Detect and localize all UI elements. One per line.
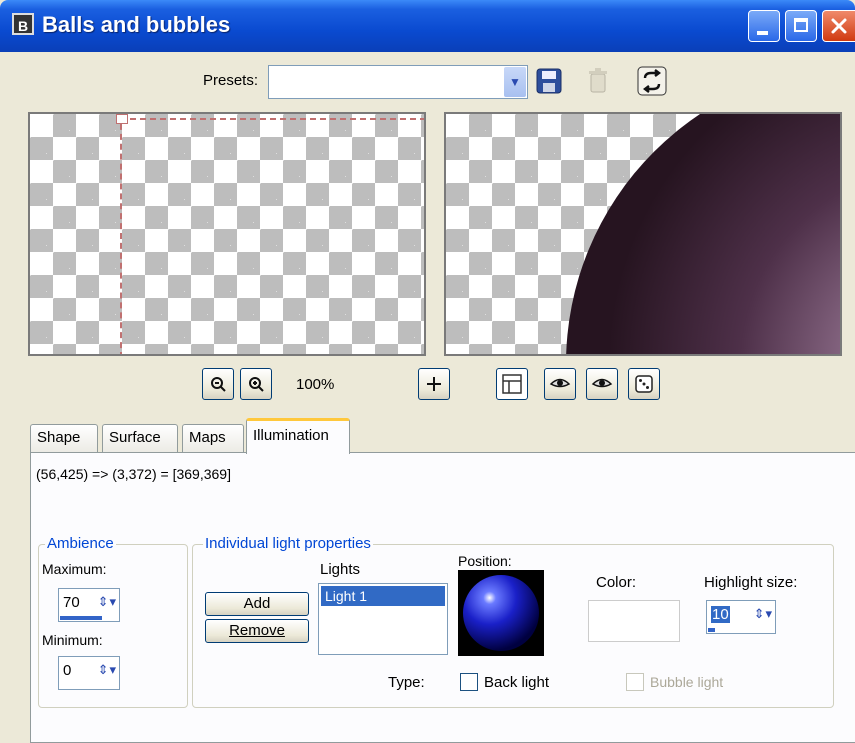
ball-preview xyxy=(566,114,840,354)
bubble-light-label: Bubble light xyxy=(650,674,724,690)
back-light-checkbox[interactable] xyxy=(460,673,478,691)
zoom-in-button[interactable] xyxy=(240,368,272,400)
save-preset-icon[interactable] xyxy=(536,68,562,94)
lights-list[interactable]: Light 1 xyxy=(318,583,448,655)
tab-shape[interactable]: Shape xyxy=(30,424,98,452)
position-label: Position: xyxy=(458,553,512,569)
maximum-spinner[interactable]: 70 ⇕▾ xyxy=(58,588,120,622)
add-light-button[interactable]: Add xyxy=(205,592,309,616)
spin-arrows-icon[interactable]: ⇕▾ xyxy=(98,594,117,610)
highlight-size-label: Highlight size: xyxy=(704,574,798,591)
type-label: Type: xyxy=(388,674,425,691)
maximize-button[interactable] xyxy=(785,10,817,42)
highlight-size-spinner[interactable]: 10 ⇕▾ xyxy=(706,600,776,634)
pan-button[interactable] xyxy=(418,368,450,400)
zoom-in-icon xyxy=(249,377,264,392)
dropdown-arrow-icon[interactable]: ▼ xyxy=(504,67,526,97)
back-light-label: Back light xyxy=(484,674,550,691)
selection-top-edge xyxy=(120,118,424,120)
tab-maps[interactable]: Maps xyxy=(182,424,244,452)
app-icon: B xyxy=(12,13,34,35)
close-button[interactable] xyxy=(822,10,855,42)
maximum-level-bar xyxy=(60,616,102,620)
minimum-label: Minimum: xyxy=(42,632,103,648)
coordinates-readout: (56,425) => (3,372) = [369,369] xyxy=(36,466,231,482)
proof-button[interactable] xyxy=(496,368,528,400)
close-icon xyxy=(831,18,847,34)
light-position-picker[interactable] xyxy=(458,570,544,656)
maximum-value: 70 xyxy=(63,594,80,611)
zoom-level: 100% xyxy=(296,376,335,393)
ambience-legend: Ambience xyxy=(45,535,116,552)
selection-handle[interactable] xyxy=(116,114,128,124)
title-bar[interactable]: B Balls and bubbles xyxy=(0,0,855,52)
bubble-light-checkbox[interactable] xyxy=(626,673,644,691)
tab-illumination[interactable]: Illumination xyxy=(246,418,350,454)
presets-dropdown[interactable]: ▼ xyxy=(268,65,528,99)
eye-preview-icon xyxy=(591,378,613,388)
reset-icon[interactable] xyxy=(637,66,667,96)
minimum-spinner[interactable]: 0 ⇕▾ xyxy=(58,656,120,690)
minimize-button[interactable] xyxy=(748,10,780,42)
preview-toggle-icon xyxy=(502,374,522,394)
maximum-label: Maximum: xyxy=(42,561,107,577)
minimum-value: 0 xyxy=(63,662,72,679)
eye-icon xyxy=(549,378,571,388)
selection-left-edge xyxy=(120,114,122,354)
lights-label: Lights xyxy=(320,561,361,578)
zoom-out-button[interactable] xyxy=(202,368,234,400)
preview-eye-button[interactable] xyxy=(586,368,618,400)
list-item[interactable]: Light 1 xyxy=(321,586,445,606)
light-color-swatch[interactable] xyxy=(588,600,680,642)
spin-arrows-icon[interactable]: ⇕▾ xyxy=(754,606,773,622)
move-icon xyxy=(427,377,441,391)
highlight-size-value: 10 xyxy=(711,606,730,623)
presets-label: Presets: xyxy=(203,72,259,89)
result-preview[interactable] xyxy=(444,112,842,356)
randomize-button[interactable] xyxy=(628,368,660,400)
auto-proof-button[interactable] xyxy=(544,368,576,400)
color-label: Color: xyxy=(596,574,637,591)
ball xyxy=(566,114,840,354)
light-properties-legend: Individual light properties xyxy=(203,535,373,552)
tab-surface[interactable]: Surface xyxy=(102,424,178,452)
zoom-out-icon xyxy=(211,377,226,392)
remove-light-button[interactable]: Remove xyxy=(205,619,309,643)
window-title: Balls and bubbles xyxy=(42,12,231,37)
highlight-level-bar xyxy=(708,628,715,632)
source-preview[interactable] xyxy=(28,112,426,356)
light-sphere-icon xyxy=(463,575,539,651)
dialog-window: B Balls and bubbles Presets: ▼ 100% Shap… xyxy=(0,0,855,743)
dice-icon xyxy=(635,375,653,393)
spin-arrows-icon[interactable]: ⇕▾ xyxy=(98,662,117,678)
delete-preset-icon[interactable] xyxy=(586,68,610,94)
